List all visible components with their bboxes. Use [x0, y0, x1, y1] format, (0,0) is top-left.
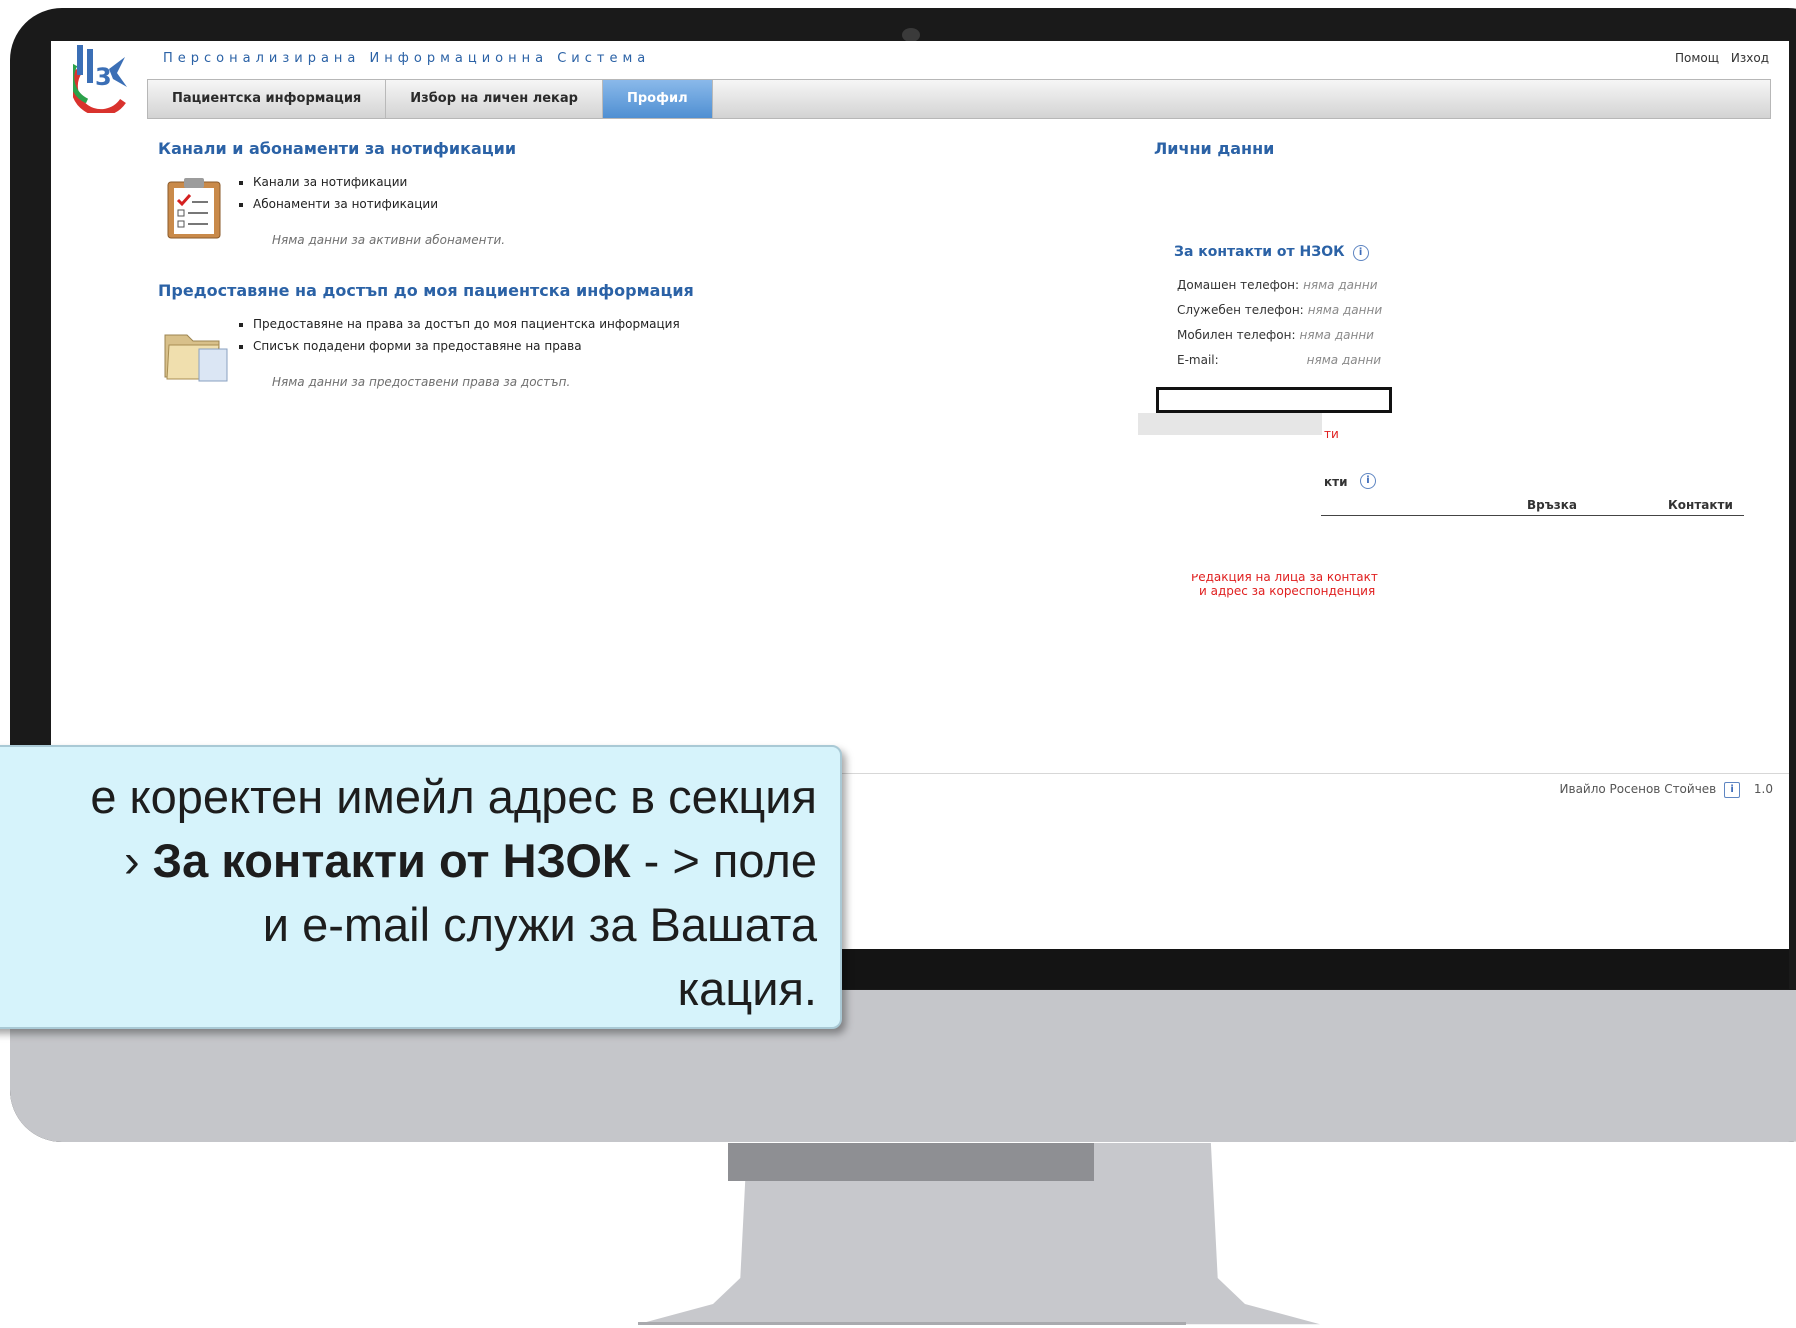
main-navigation: Пациентска информация Избор на личен лек… [147, 79, 1771, 119]
top-links: Помощ Изход [1667, 51, 1769, 65]
home-phone-value: няма данни [1303, 278, 1378, 292]
submitted-forms-link[interactable]: Списък подадени форми за предоставяне на… [253, 335, 680, 357]
grant-access-link[interactable]: Предоставяне на права за достъп до моя п… [253, 313, 680, 335]
mobile-phone-label: Мобилен телефон: [1177, 328, 1296, 342]
nzok-contacts-label: За контакти от НЗОК [1174, 244, 1345, 260]
notifications-title: Канали и абонаменти за нотификации [158, 139, 517, 158]
nzok-contacts-title: За контакти от НЗОК i [1174, 244, 1369, 261]
email-value: няма данни [1306, 353, 1382, 365]
table-header-line [1321, 515, 1744, 516]
clipboard-checklist-icon [167, 178, 221, 239]
edit-link-line1: Редакция на лица за контакт [1191, 574, 1378, 584]
callout-line-1: е коректен имейл адрес в секция [90, 770, 817, 823]
access-empty-note: Няма данни за предоставени права за дост… [272, 375, 571, 389]
access-list: Предоставяне на права за достъп до моя п… [235, 313, 680, 357]
work-phone-value: няма данни [1307, 303, 1383, 317]
access-title: Предоставяне на достъп до моя пациентска… [158, 281, 694, 300]
tab-patient-info[interactable]: Пациентска информация [148, 80, 387, 118]
tab-gp-choice[interactable]: Избор на личен лекар [386, 80, 603, 118]
user-name: Ивайло Росенов Стойчев [1559, 782, 1717, 796]
callout-line-4: кация. [677, 962, 817, 1015]
monitor-stand-shadow [728, 1143, 1094, 1181]
callout-line-2-post: - > поле [630, 834, 817, 887]
info-icon[interactable]: i [1352, 245, 1369, 261]
col-contacts: Контакти [1668, 498, 1733, 512]
callout-line-2: › За контакти от НЗОК - > поле [0, 829, 817, 893]
notifications-list: Канали за нотификации Абонаменти за ноти… [235, 171, 438, 215]
app-version: 1.0 [1753, 782, 1773, 796]
work-phone-label: Служебен телефон: [1177, 303, 1304, 317]
monitor-stand-base [638, 1322, 1186, 1325]
contact-persons-fragment: кти [1324, 475, 1348, 489]
mobile-phone-value: няма данни [1299, 328, 1374, 342]
info-icon-contacts[interactable]: i [1360, 473, 1376, 489]
help-link[interactable]: Помощ [1675, 51, 1719, 65]
logout-link[interactable]: Изход [1731, 51, 1769, 65]
folder-icon [164, 334, 228, 382]
redacted-area [1138, 413, 1322, 435]
svg-text:3: 3 [95, 63, 112, 91]
user-details-icon[interactable]: i [1724, 782, 1741, 798]
col-relation: Връзка [1527, 498, 1577, 512]
email-label: E-mail: [1177, 353, 1219, 365]
notification-subscriptions-link[interactable]: Абонаменти за нотификации [253, 193, 438, 215]
instruction-callout: е коректен имейл адрес в секция › За кон… [0, 745, 842, 1029]
email-highlight-box [1156, 387, 1392, 413]
work-phone-row: Служебен телефон: няма данни [1177, 303, 1382, 317]
callout-line-2-pre: › [123, 834, 153, 887]
home-phone-label: Домашен телефон: [1177, 278, 1300, 292]
notification-channels-link[interactable]: Канали за нотификации [253, 171, 438, 193]
edit-link-line2: и адрес за кореспонденция [1199, 584, 1376, 598]
system-title: Персонализирана Информационна Система [163, 51, 651, 66]
email-row: E-mail: няма данни [1177, 353, 1381, 365]
edit-contact-persons-link[interactable]: Редакция на лица за контакт и адрес за к… [1191, 574, 1378, 598]
home-phone-row: Домашен телефон: няма данни [1177, 278, 1378, 292]
user-info: Ивайло Росенов Стойчев i 1.0 [1560, 782, 1773, 798]
personal-data-title: Лични данни [1154, 139, 1275, 158]
subscriptions-empty-note: Няма данни за активни абонаменти. [272, 233, 506, 247]
mobile-phone-row: Мобилен телефон: няма данни [1177, 328, 1374, 342]
callout-text: е коректен имейл адрес в секция › За кон… [0, 765, 817, 1021]
edit-contacts-fragment[interactable]: ти [1324, 427, 1339, 441]
callout-line-3: и e-mail служи за Вашата [262, 898, 817, 951]
camera-icon [902, 28, 920, 42]
tab-profile[interactable]: Профил [602, 80, 713, 118]
callout-section-name: За контакти от НЗОК [152, 834, 631, 887]
nzok-logo-icon: 3 [73, 45, 127, 113]
